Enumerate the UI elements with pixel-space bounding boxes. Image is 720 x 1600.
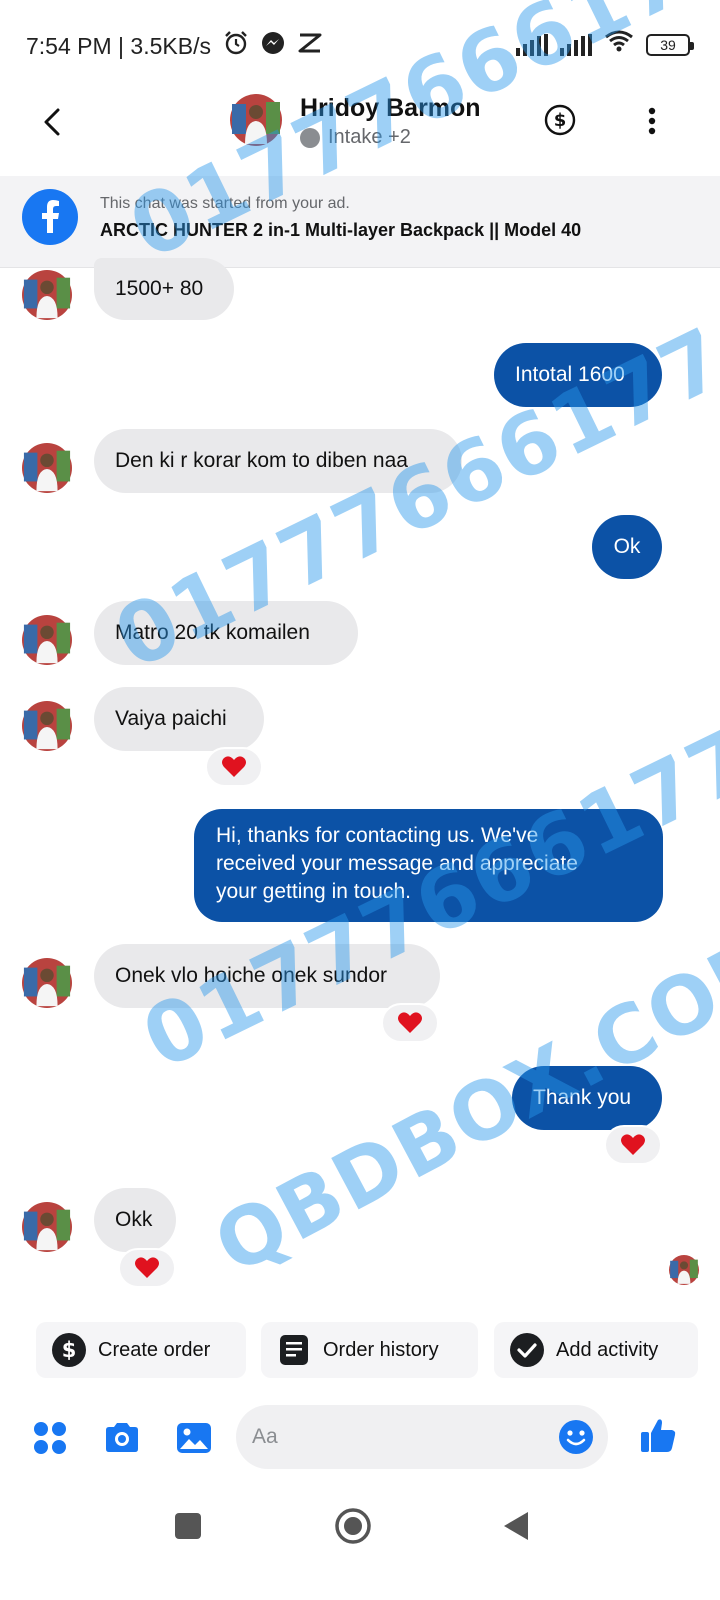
message-reaction[interactable] — [205, 747, 263, 787]
outgoing-message[interactable]: Hi, thanks for contacting us. We've rece… — [194, 809, 663, 922]
emoji-icon — [559, 1420, 593, 1454]
more-options-button[interactable] — [640, 106, 664, 136]
thumbs-up-icon — [641, 1419, 676, 1452]
message-text: Vaiya paichi — [115, 707, 227, 730]
contact-subtitle-text: Intake +2 — [328, 126, 411, 148]
outgoing-message[interactable]: Ok — [592, 515, 662, 579]
incoming-message[interactable]: Vaiya paichi — [94, 687, 264, 751]
cell-signal-icon — [516, 33, 548, 56]
sender-avatar[interactable] — [22, 1202, 72, 1252]
outgoing-message[interactable]: Intotal 1600 — [494, 343, 662, 407]
capcut-icon — [297, 32, 323, 60]
back-button[interactable] — [38, 102, 68, 142]
quick-action-label: Create order — [98, 1338, 211, 1361]
message-input[interactable] — [252, 1421, 532, 1453]
image-icon — [177, 1423, 211, 1453]
apps-grid-icon — [34, 1422, 66, 1454]
camera-button[interactable] — [102, 1418, 142, 1458]
add-activity-button[interactable]: Add activity — [494, 1322, 698, 1378]
incoming-message[interactable]: Onek vlo hoiche onek sundor — [94, 944, 440, 1008]
heart-icon — [621, 1134, 645, 1155]
svg-text:$: $ — [62, 1338, 77, 1362]
status-time: 7:54 PM | 3.5KB/s — [26, 32, 211, 59]
incoming-message[interactable]: Matro 20 tk komailen — [94, 601, 358, 665]
heart-icon — [135, 1257, 159, 1278]
order-history-button[interactable]: Order history — [261, 1322, 478, 1378]
check-circle-icon — [510, 1333, 544, 1367]
heart-icon — [222, 756, 246, 777]
create-order-button[interactable]: $ Create order — [36, 1322, 246, 1378]
like-button[interactable] — [638, 1415, 678, 1455]
home-button[interactable] — [333, 1506, 373, 1546]
wifi-icon — [604, 30, 634, 59]
cell-signal-icon — [560, 33, 592, 56]
heart-icon — [398, 1012, 422, 1033]
dollar-circle-icon: $ — [544, 104, 576, 136]
document-icon — [277, 1333, 311, 1367]
message-text: Matro 20 tk komailen — [115, 621, 310, 644]
messenger-icon — [261, 31, 285, 61]
contact-name[interactable]: Hridoy Barmon — [300, 94, 481, 123]
ad-product-title: ARCTIC HUNTER 2 in-1 Multi-layer Backpac… — [100, 220, 582, 240]
payment-button[interactable]: $ — [544, 104, 576, 136]
message-text: Okk — [115, 1208, 153, 1231]
chat-header: Hridoy Barmon Intake +2 $ — [0, 86, 720, 178]
contact-subtitle[interactable]: Intake +2 — [300, 126, 411, 149]
label-dot-icon — [300, 127, 320, 148]
incoming-message[interactable]: 1500+ 80 — [94, 258, 234, 320]
sender-avatar[interactable] — [22, 701, 72, 751]
message-text: Ok — [613, 535, 641, 558]
sender-avatar[interactable] — [22, 615, 72, 665]
message-text: Onek vlo hoiche onek sundor — [115, 964, 388, 987]
message-compose-field[interactable] — [236, 1405, 608, 1469]
message-reaction[interactable] — [118, 1248, 176, 1288]
status-bar: 7:54 PM | 3.5KB/s 39 — [0, 0, 720, 86]
message-text-line: your getting in touch. — [216, 880, 411, 903]
square-icon — [175, 1513, 201, 1539]
home-circle-icon — [335, 1508, 371, 1544]
battery-icon: 39 — [646, 33, 694, 56]
chevron-left-icon — [44, 108, 60, 136]
contact-avatar[interactable] — [230, 94, 282, 146]
message-text: Intotal 1600 — [515, 363, 625, 386]
ad-origin-text: This chat was started from your ad. — [100, 195, 350, 212]
incoming-message[interactable]: Den ki r korar kom to diben naa — [94, 429, 462, 493]
more-vertical-icon — [648, 107, 656, 135]
svg-text:$: $ — [554, 110, 567, 131]
message-text: 1500+ 80 — [115, 277, 204, 300]
message-text: Thank you — [533, 1086, 632, 1109]
alarm-icon — [223, 30, 249, 62]
seen-receipt-avatar — [669, 1255, 699, 1285]
message-text: Den ki r korar kom to diben naa — [115, 449, 408, 472]
ad-origin-banner[interactable]: This chat was started from your ad. ARCT… — [0, 176, 720, 268]
recent-apps-button[interactable] — [168, 1506, 208, 1546]
gallery-button[interactable] — [174, 1418, 214, 1458]
quick-action-label: Add activity — [556, 1338, 659, 1361]
sender-avatar[interactable] — [22, 270, 72, 320]
message-reaction[interactable] — [381, 1003, 439, 1043]
message-text-line: received your message and appreciate — [216, 852, 578, 875]
emoji-button[interactable] — [558, 1419, 594, 1455]
dollar-icon: $ — [52, 1333, 86, 1367]
outgoing-message[interactable]: Thank you — [512, 1066, 662, 1130]
facebook-icon — [22, 189, 78, 245]
apps-button[interactable] — [30, 1418, 70, 1458]
sender-avatar[interactable] — [22, 958, 72, 1008]
camera-icon — [106, 1423, 138, 1452]
message-reaction[interactable] — [604, 1125, 662, 1165]
back-triangle-icon — [504, 1512, 528, 1540]
battery-level: 39 — [660, 36, 676, 53]
message-text-line: Hi, thanks for contacting us. We've — [216, 824, 539, 847]
incoming-message[interactable]: Okk — [94, 1188, 176, 1252]
nav-back-button[interactable] — [498, 1506, 538, 1546]
quick-action-label: Order history — [323, 1338, 439, 1361]
sender-avatar[interactable] — [22, 443, 72, 493]
